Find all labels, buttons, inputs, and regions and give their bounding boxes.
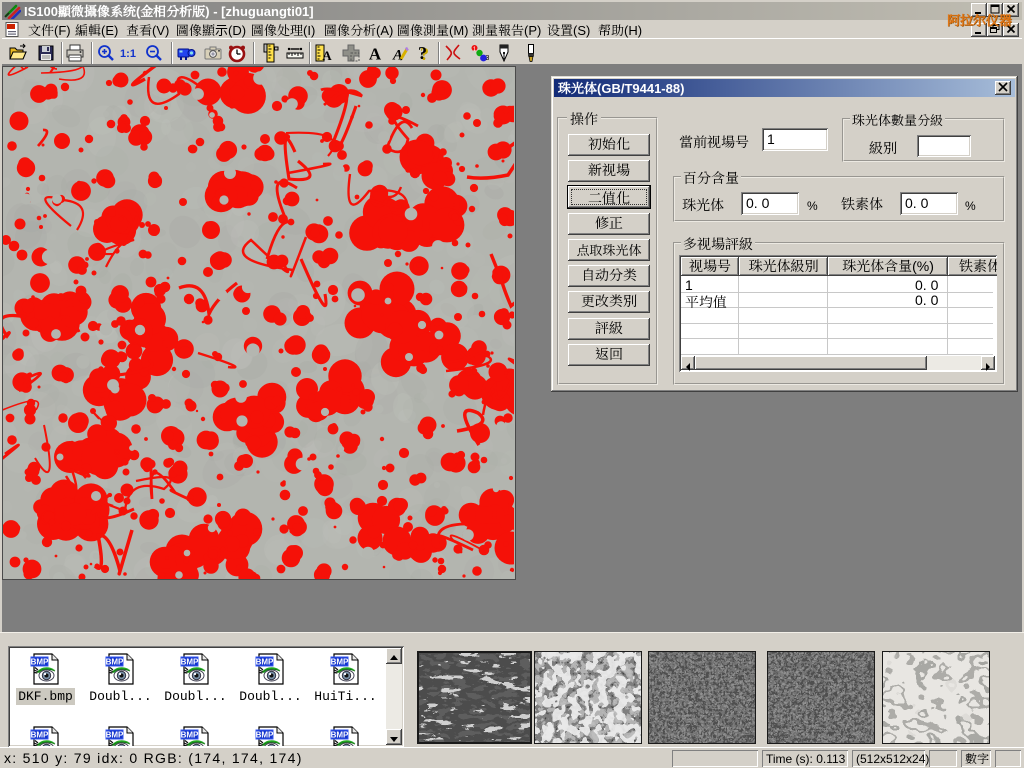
svg-text:3: 3 bbox=[486, 53, 489, 63]
svg-text:A: A bbox=[392, 48, 403, 64]
svg-text:?: ? bbox=[418, 43, 427, 63]
svg-text:1:1: 1:1 bbox=[120, 48, 136, 60]
svg-text:A: A bbox=[322, 48, 332, 63]
svg-text:A: A bbox=[369, 45, 382, 64]
